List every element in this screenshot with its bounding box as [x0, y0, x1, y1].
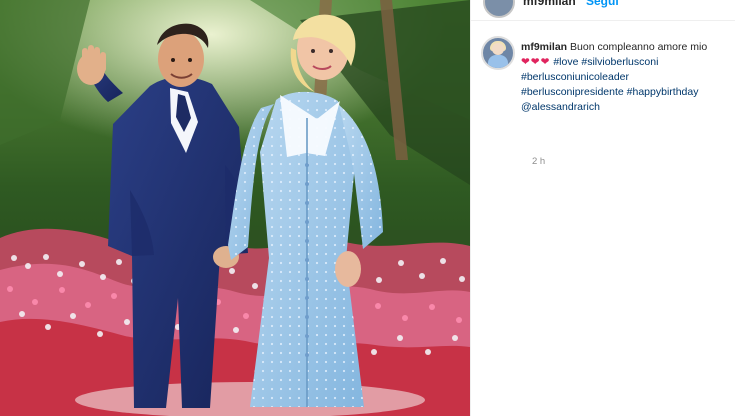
hashtag-silvioberlusconi[interactable]: #silvioberlusconi	[581, 56, 658, 68]
caption-username[interactable]: mf9milan	[521, 41, 567, 53]
hashtag-happybirthday[interactable]: #happybirthday	[627, 86, 699, 98]
post-timestamp: 2 h	[532, 156, 546, 167]
profile-avatar-top[interactable]	[483, 0, 515, 18]
post-sidebar: mf9milan Segui mf9milan Buon compleanno …	[470, 0, 735, 416]
caption-text-block: mf9milan Buon compleanno amore mio ❤❤❤ #…	[521, 40, 731, 115]
hashtag-love[interactable]: #love	[553, 56, 578, 68]
header-username[interactable]: mf9milan	[523, 0, 576, 8]
post-photo-graphic	[0, 0, 470, 416]
caption-avatar[interactable]	[481, 36, 515, 70]
post-header-strip: mf9milan Segui	[471, 0, 735, 21]
caption-message: Buon compleanno amore mio	[570, 41, 708, 53]
mention-user[interactable]: @alessandrarich	[521, 101, 600, 113]
instagram-post-screen: mf9milan Segui mf9milan Buon compleanno …	[0, 0, 735, 416]
follow-button[interactable]: Segui	[586, 0, 619, 8]
hashtag-berlusconiunicoleader[interactable]: #berlusconiunicoleader	[521, 71, 629, 83]
hashtag-berlusconipresidente[interactable]: #berlusconipresidente	[521, 86, 624, 98]
heart-emojis: ❤❤❤	[521, 56, 551, 68]
post-photo[interactable]	[0, 0, 470, 416]
